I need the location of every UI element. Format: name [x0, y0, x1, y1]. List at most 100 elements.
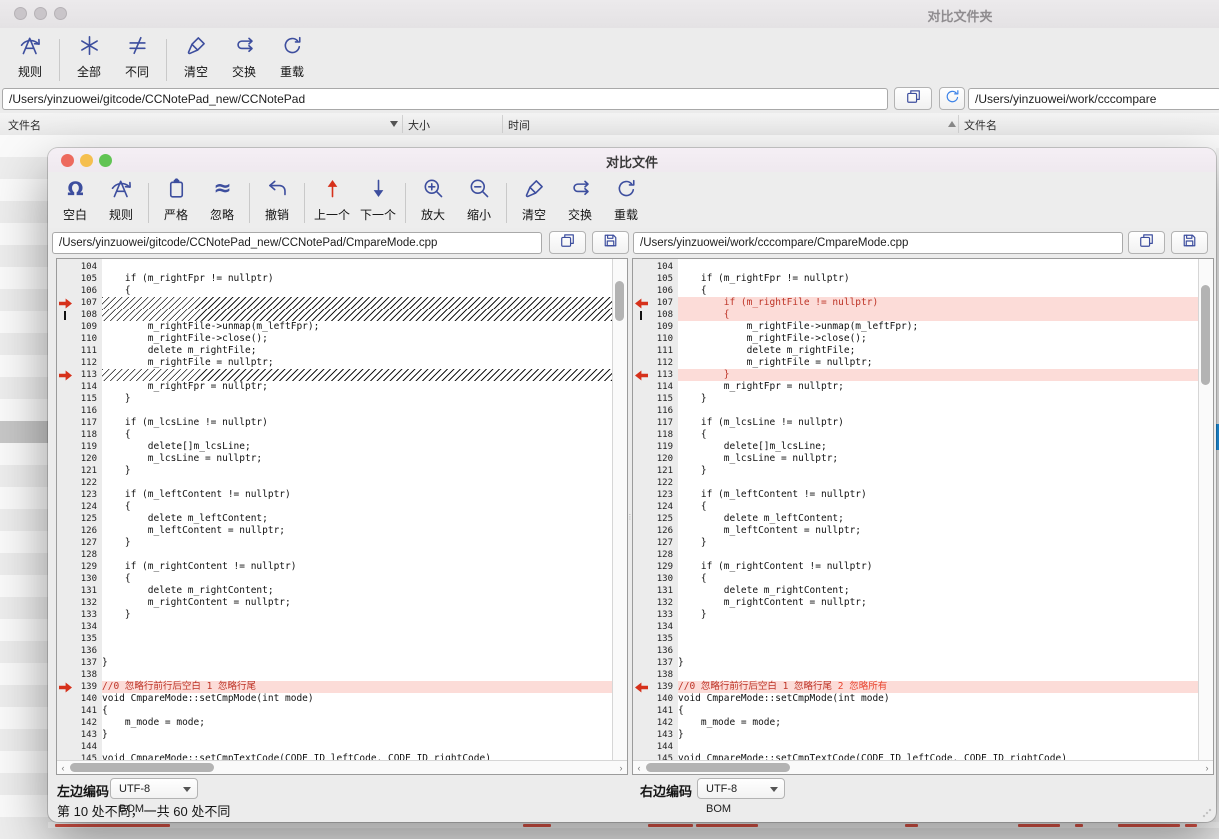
line-number: 140 — [73, 693, 102, 705]
line-number: 132 — [73, 597, 102, 609]
right-encoding-select[interactable]: UTF-8 BOM — [697, 778, 785, 799]
toolbar-button-label: 清空 — [184, 63, 208, 80]
code-line: delete m_rightFile; — [102, 345, 612, 357]
left-folder-browse-button[interactable] — [894, 87, 932, 110]
rule-button[interactable]: 规则 — [6, 34, 54, 80]
right-file-path-input[interactable] — [633, 232, 1123, 254]
reload-button[interactable]: 重载 — [268, 34, 316, 80]
code-line: } — [102, 393, 612, 405]
reload-button[interactable]: 重载 — [603, 177, 649, 223]
chevron-down-icon — [770, 787, 778, 792]
column-size[interactable]: 大小 — [408, 117, 430, 133]
code-line: { — [678, 285, 1198, 297]
toolbar-separator — [59, 39, 60, 81]
right-file-save-button[interactable] — [1171, 231, 1208, 254]
line-number: 125 — [649, 513, 678, 525]
undo-button[interactable]: 撤销 — [254, 177, 300, 223]
diff-extra-text: 2 忽略所有 — [838, 681, 887, 692]
line-number: 126 — [649, 525, 678, 537]
line-number: 129 — [73, 561, 102, 573]
toolbar-button-label: 重载 — [280, 63, 304, 80]
minimize-button-inactive[interactable] — [34, 7, 47, 20]
line-number: 104 — [649, 261, 678, 273]
right-code-body[interactable]: if (m_rightFpr != nullptr) { if (m_right… — [678, 259, 1198, 760]
line-number: 118 — [649, 429, 678, 441]
omega-button[interactable]: Ω空白 — [52, 177, 98, 223]
window-title: 对比文件 — [48, 152, 1216, 171]
zoom-out-button[interactable]: 缩小 — [456, 177, 502, 223]
merge-left-arrow-icon[interactable] — [633, 297, 649, 309]
right-vertical-scrollbar[interactable] — [1198, 259, 1213, 760]
scroll-right-icon[interactable]: › — [1201, 762, 1213, 774]
left-horizontal-scrollbar[interactable]: ‹ › — [57, 760, 627, 774]
code-line — [678, 633, 1198, 645]
scroll-up-icon[interactable] — [948, 121, 956, 127]
zoom-button-inactive[interactable] — [54, 7, 67, 20]
swap-button[interactable]: 交换 — [220, 34, 268, 80]
scroll-right-icon[interactable]: › — [615, 762, 627, 774]
sort-desc-icon[interactable] — [390, 121, 398, 127]
column-filename[interactable]: 文件名 — [8, 117, 41, 133]
missing-line-hatch — [102, 309, 612, 321]
clean-button[interactable]: 清空 — [172, 34, 220, 80]
code-line: delete m_leftContent; — [678, 513, 1198, 525]
line-number: 137 — [73, 657, 102, 669]
merge-right-arrow-icon[interactable] — [57, 297, 73, 309]
merge-left-arrow-icon[interactable] — [633, 369, 649, 381]
resize-grip[interactable] — [1202, 808, 1212, 818]
left-code-body[interactable]: if (m_rightFpr != nullptr) { m_rightFile… — [102, 259, 612, 760]
line-number: 129 — [649, 561, 678, 573]
column-time[interactable]: 时间 — [508, 117, 530, 133]
close-button-inactive[interactable] — [14, 7, 27, 20]
next-button[interactable]: 下一个 — [355, 177, 401, 223]
left-vertical-scrollbar[interactable] — [612, 259, 627, 760]
svg-text:≈: ≈ — [213, 177, 231, 200]
left-folder-path-input[interactable] — [2, 88, 888, 110]
line-number: 114 — [73, 381, 102, 393]
clean-button[interactable]: 清空 — [511, 177, 557, 223]
rule-button[interactable]: 规则 — [98, 177, 144, 223]
merge-right-arrow-icon[interactable] — [57, 369, 73, 381]
column-filename-right[interactable]: 文件名 — [964, 117, 997, 133]
left-encoding-select[interactable]: UTF-8 BOM — [110, 778, 198, 799]
code-line: delete m_rightContent; — [678, 585, 1198, 597]
left-code-pane[interactable]: 1041051061071081091101111121131141151161… — [56, 258, 628, 775]
merge-right-arrow-icon[interactable] — [57, 681, 73, 693]
code-line — [678, 405, 1198, 417]
line-number: 111 — [73, 345, 102, 357]
right-folder-path-input[interactable] — [968, 88, 1219, 110]
code-line: if (m_rightFpr != nullptr) — [678, 273, 1198, 285]
code-line: m_rightFile->close(); — [102, 333, 612, 345]
code-line: delete m_rightFile; — [678, 345, 1198, 357]
not-equal-button[interactable]: 不同 — [113, 34, 161, 80]
left-file-save-button[interactable] — [592, 231, 629, 254]
swap-button[interactable]: 交换 — [557, 177, 603, 223]
folder-refresh-button[interactable] — [939, 87, 965, 110]
code-line: { — [102, 705, 612, 717]
merge-left-arrow-icon[interactable] — [633, 681, 649, 693]
line-number: 113 — [649, 369, 678, 381]
right-horizontal-scrollbar[interactable]: ‹ › — [633, 760, 1213, 774]
right-file-browse-button[interactable] — [1128, 231, 1165, 254]
code-line — [678, 669, 1198, 681]
prev-button[interactable]: 上一个 — [309, 177, 355, 223]
line-number: 142 — [73, 717, 102, 729]
scroll-left-icon[interactable]: ‹ — [57, 762, 69, 774]
strict-button[interactable]: 严格 — [153, 177, 199, 223]
zoom-in-button[interactable]: 放大 — [410, 177, 456, 223]
rule-icon — [110, 177, 133, 205]
line-number: 109 — [649, 321, 678, 333]
all-button[interactable]: 全部 — [65, 34, 113, 80]
ignore-button[interactable]: ≈忽略 — [199, 177, 245, 223]
left-file-browse-button[interactable] — [549, 231, 586, 254]
file-compare-titlebar[interactable]: 对比文件 — [48, 148, 1216, 173]
left-file-path-input[interactable] — [52, 232, 542, 254]
scroll-left-icon[interactable]: ‹ — [633, 762, 645, 774]
code-line: m_rightContent = nullptr; — [102, 597, 612, 609]
code-line — [678, 645, 1198, 657]
line-number: 143 — [649, 729, 678, 741]
line-number: 123 — [649, 489, 678, 501]
prev-icon — [321, 177, 344, 205]
line-number: 105 — [73, 273, 102, 285]
right-code-pane[interactable]: 1041051061071081091101111121131141151161… — [632, 258, 1214, 775]
